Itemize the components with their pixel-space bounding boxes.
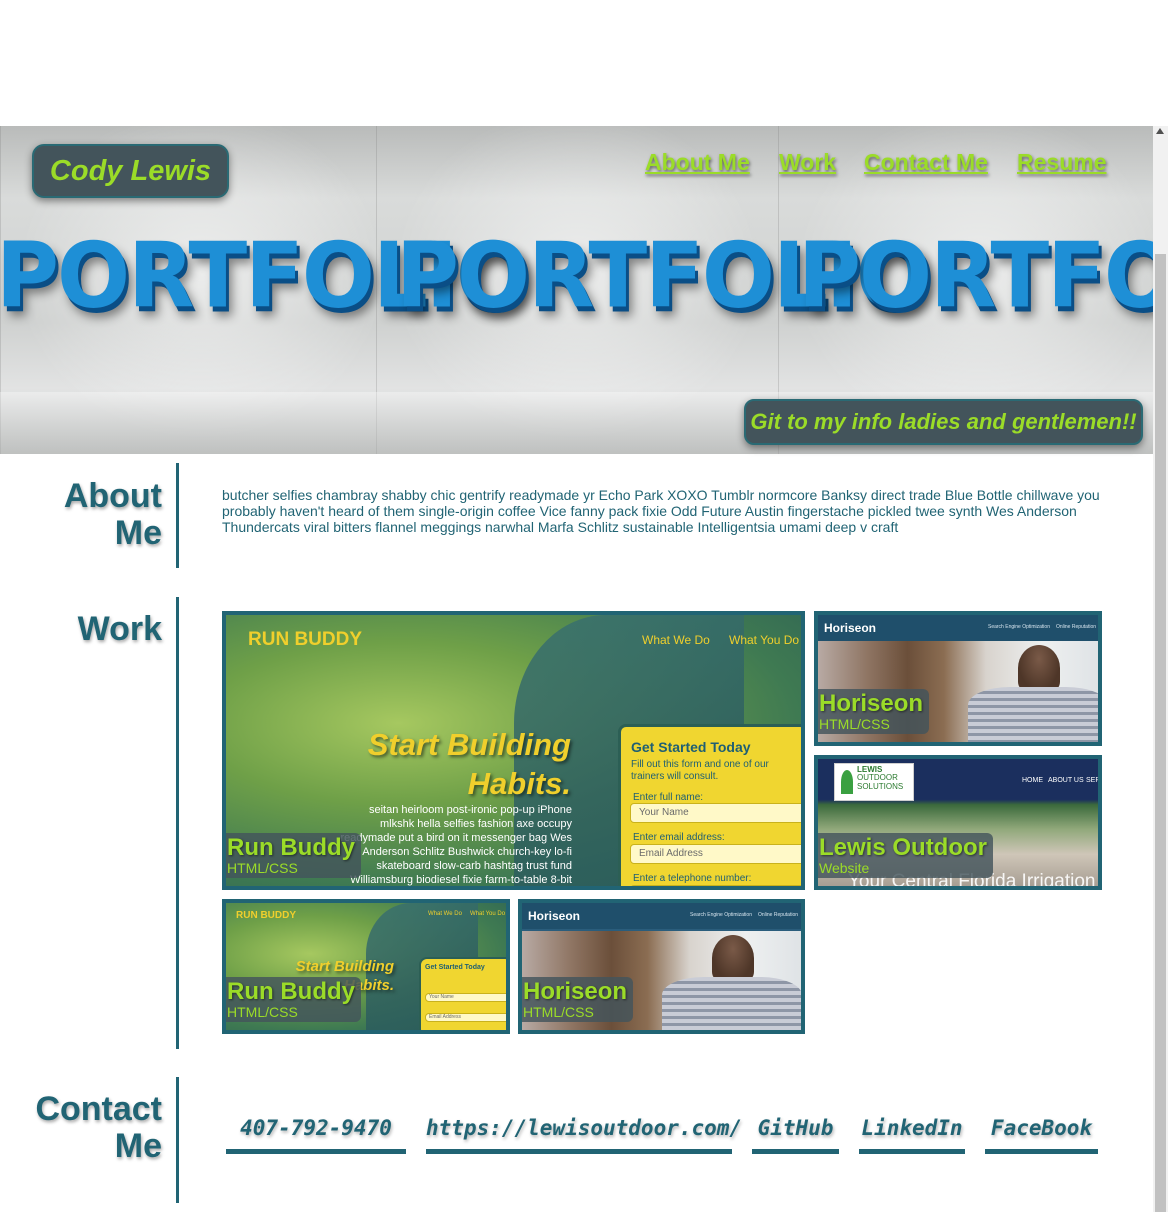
lewis-logo-text-3: SOLUTIONS bbox=[857, 782, 904, 791]
run-buddy-headline-1: Start Building bbox=[367, 727, 571, 762]
form-input-name: Your Name bbox=[630, 803, 801, 823]
contact-title-line2: Me bbox=[114, 1127, 162, 1165]
work-section-title: Work bbox=[77, 610, 162, 648]
work-card-run-buddy[interactable]: RUN BUDDY What We Do What You Do Start B… bbox=[222, 611, 805, 890]
run-buddy-logo: RUN BUDDY bbox=[236, 910, 296, 921]
contact-link-linkedin[interactable]: LinkedIn bbox=[859, 1112, 965, 1154]
work-divider bbox=[176, 597, 179, 1049]
work-card-horiseon-small[interactable]: Horiseon Search Engine Optimization Onli… bbox=[518, 899, 805, 1034]
nav-link-resume[interactable]: Resume bbox=[1017, 149, 1106, 176]
run-buddy-nav-2: What You Do bbox=[729, 633, 800, 647]
form-label-phone: Enter a telephone number: bbox=[633, 873, 752, 884]
person-head bbox=[712, 935, 754, 981]
hero-tagline: Git to my info ladies and gentlemen!! bbox=[744, 399, 1143, 445]
form-desc: Fill out this form and one of our traine… bbox=[631, 759, 769, 782]
about-title-line1: About bbox=[63, 477, 162, 515]
lewis-menu-home: HOME bbox=[1022, 777, 1043, 784]
work-card-subtitle: HTML/CSS bbox=[227, 860, 298, 876]
horiseon-logo: Horiseon bbox=[824, 621, 877, 635]
work-card-subtitle: Website bbox=[819, 860, 870, 876]
scrollbar-thumb[interactable] bbox=[1155, 254, 1166, 1212]
form-title: Get Started Today bbox=[631, 739, 751, 755]
horiseon-nav-1: Search Engine Optimization bbox=[988, 624, 1050, 630]
scroll-up-arrow-icon[interactable] bbox=[1156, 128, 1164, 134]
contact-section-title: Contact Me bbox=[35, 1091, 162, 1165]
horiseon-nav-1: Search Engine Optimization bbox=[690, 912, 752, 918]
run-buddy-headline-1: Start Building bbox=[295, 958, 394, 975]
work-card-title: Run Buddy bbox=[227, 834, 355, 861]
horiseon-header-bar: Horiseon Search Engine Optimization Onli… bbox=[522, 903, 801, 929]
contact-title-line1: Contact bbox=[35, 1090, 162, 1128]
run-buddy-paragraph: seitan heirloom post-ironic pop-up iPhon… bbox=[340, 804, 572, 886]
work-card-horiseon[interactable]: Horiseon Search Engine Optimization Onli… bbox=[814, 611, 1102, 746]
form-label-name: Enter full name: bbox=[633, 792, 704, 803]
horiseon-logo: Horiseon bbox=[528, 909, 581, 923]
run-buddy-headline-2: Habits. bbox=[467, 766, 571, 801]
person-head bbox=[1018, 645, 1060, 691]
contact-link-facebook[interactable]: FaceBook bbox=[985, 1112, 1098, 1154]
work-card-caption: Horiseon HTML/CSS bbox=[522, 977, 634, 1022]
horiseon-header-bar: Horiseon Search Engine Optimization Onli… bbox=[818, 615, 1098, 641]
lewis-menu-about: ABOUT US bbox=[1048, 777, 1084, 784]
form-label-email: Enter email address: bbox=[633, 832, 725, 843]
nav-link-contact-me[interactable]: Contact Me bbox=[864, 149, 988, 176]
run-buddy-nav-2: What You Do bbox=[470, 911, 506, 917]
about-text: butcher selfies chambray shabby chic gen… bbox=[222, 487, 1100, 535]
work-card-caption: Run Buddy HTML/CSS bbox=[226, 833, 361, 878]
horiseon-nav-2: Online Reputation bbox=[1056, 624, 1097, 630]
nav-link-work[interactable]: Work bbox=[779, 149, 836, 176]
contact-link-phone[interactable]: 407-792-9470 bbox=[226, 1112, 406, 1154]
lewis-logo-text-2: OUTDOOR bbox=[857, 773, 898, 782]
lewis-menu-services: SER bbox=[1086, 777, 1101, 784]
nav-link-about-me[interactable]: About Me bbox=[645, 149, 750, 176]
about-title-line2: Me bbox=[114, 514, 162, 552]
contact-divider bbox=[176, 1077, 179, 1203]
form-input-email: Email Address bbox=[425, 1013, 506, 1022]
work-card-title: Horiseon bbox=[819, 690, 924, 717]
work-card-run-buddy-small[interactable]: RUN BUDDY What We Do What You Do Start B… bbox=[222, 899, 510, 1034]
form-title: Get Started Today bbox=[425, 964, 485, 971]
brand-name[interactable]: Cody Lewis bbox=[32, 144, 229, 198]
run-buddy-nav-1: What We Do bbox=[428, 911, 462, 917]
hero-portfolio-word: PORTFOLIO bbox=[798, 223, 1153, 329]
work-card-subtitle: HTML/CSS bbox=[227, 1004, 298, 1020]
work-card-title: Horiseon bbox=[523, 978, 628, 1005]
horiseon-nav-2: Online Reputation bbox=[758, 912, 799, 918]
run-buddy-nav-1: What We Do bbox=[642, 633, 710, 647]
about-divider bbox=[176, 463, 179, 568]
work-card-subtitle: HTML/CSS bbox=[819, 716, 890, 732]
work-card-caption: Run Buddy HTML/CSS bbox=[226, 977, 361, 1022]
work-card-subtitle: HTML/CSS bbox=[523, 1004, 594, 1020]
run-buddy-form: Get Started Today Fill out this form and… bbox=[618, 724, 801, 886]
run-buddy-headline: Start Building Habits. bbox=[316, 725, 571, 803]
contact-link-github[interactable]: GitHub bbox=[752, 1112, 839, 1154]
form-input-phone bbox=[630, 885, 801, 886]
form-input-name: Your Name bbox=[425, 993, 506, 1002]
person-shirt bbox=[968, 687, 1098, 742]
contact-link-website[interactable]: https://lewisoutdoor.com/ bbox=[426, 1112, 742, 1154]
leaf-icon bbox=[841, 770, 853, 794]
run-buddy-form: Get Started Today Your Name Email Addres… bbox=[419, 957, 506, 1030]
work-card-caption: Lewis Outdoor Website bbox=[818, 833, 993, 878]
run-buddy-logo: RUN BUDDY bbox=[248, 629, 362, 650]
work-card-title: Lewis Outdoor bbox=[819, 834, 987, 861]
lewis-outdoor-logo: LEWIS OUTDOOR SOLUTIONS bbox=[834, 763, 914, 801]
person-shirt bbox=[662, 977, 801, 1030]
form-input-email: Email Address bbox=[630, 844, 801, 864]
work-card-caption: Horiseon HTML/CSS bbox=[818, 689, 930, 734]
vertical-scrollbar[interactable] bbox=[1153, 126, 1168, 1212]
work-card-lewis-outdoor[interactable]: LEWIS OUTDOOR SOLUTIONS HOME ABOUT US SE… bbox=[814, 755, 1102, 890]
work-card-title: Run Buddy bbox=[227, 978, 355, 1005]
about-section-title: About Me bbox=[64, 478, 162, 552]
